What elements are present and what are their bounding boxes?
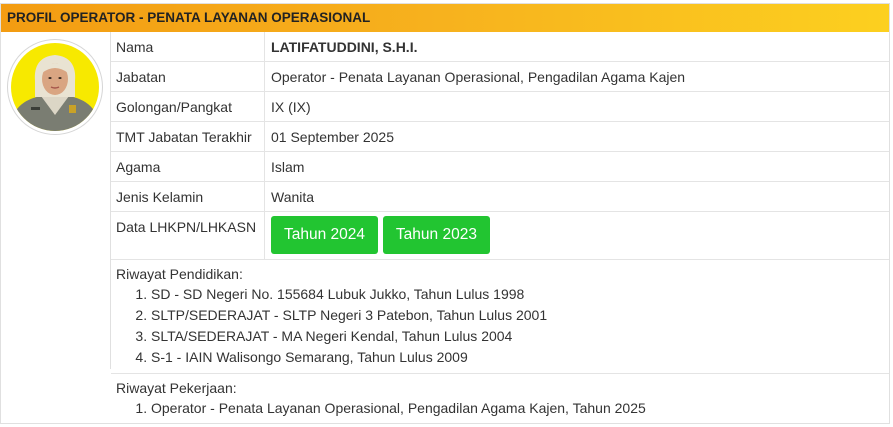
golongan-value: IX (IX) [271, 99, 311, 115]
avatar [7, 39, 103, 135]
section-title: Riwayat Pendidikan: [116, 266, 243, 282]
row-label: Golongan/Pangkat [111, 92, 265, 121]
list-item: SLTP/SEDERAJAT - SLTP Negeri 3 Patebon, … [151, 305, 889, 326]
pekerjaan-list: Operator - Penata Layanan Operasional, P… [116, 398, 889, 419]
row-label: TMT Jabatan Terakhir [111, 122, 265, 151]
tahun-2023-button[interactable]: Tahun 2023 [382, 216, 490, 254]
tmt-value: 01 September 2025 [271, 129, 394, 145]
row-label: Data LHKPN/LHKASN [111, 212, 265, 259]
row-golongan: Golongan/Pangkat IX (IX) [111, 92, 889, 122]
row-lhkpn: Data LHKPN/LHKASN Tahun 2024 Tahun 2023 [111, 212, 889, 260]
row-label: Agama [111, 152, 265, 181]
profile-panel: PROFIL OPERATOR - PENATA LAYANAN OPERASI… [0, 3, 890, 424]
row-label: Jenis Kelamin [111, 182, 265, 211]
row-jenis-kelamin: Jenis Kelamin Wanita [111, 182, 889, 212]
agama-value: Islam [271, 159, 305, 175]
photo-cell [1, 32, 111, 369]
row-label: Nama [111, 32, 265, 61]
tahun-2024-button[interactable]: Tahun 2024 [271, 216, 379, 254]
list-item: S-1 - IAIN Walisongo Semarang, Tahun Lul… [151, 347, 889, 368]
pendidikan-list: SD - SD Negeri No. 155684 Lubuk Jukko, T… [116, 284, 889, 368]
row-nama: Nama LATIFATUDDINI, S.H.I. [111, 32, 889, 62]
panel-title: PROFIL OPERATOR - PENATA LAYANAN OPERASI… [1, 4, 889, 32]
name-value: LATIFATUDDINI, S.H.I. [271, 39, 418, 55]
profile-photo-icon [11, 43, 99, 131]
list-item: SLTA/SEDERAJAT - MA Negeri Kendal, Tahun… [151, 326, 889, 347]
jenis-kelamin-value: Wanita [271, 189, 315, 205]
riwayat-pekerjaan: Riwayat Pekerjaan: Operator - Penata Lay… [111, 374, 889, 425]
row-tmt-jabatan: TMT Jabatan Terakhir 01 September 2025 [111, 122, 889, 152]
section-title: Riwayat Pekerjaan: [116, 380, 237, 396]
list-item: SD - SD Negeri No. 155684 Lubuk Jukko, T… [151, 284, 889, 305]
row-agama: Agama Islam [111, 152, 889, 182]
lhkpn-buttons: Tahun 2024 Tahun 2023 [265, 212, 491, 259]
jabatan-value: Operator - Penata Layanan Operasional, P… [271, 69, 686, 85]
list-item: Operator - Penata Layanan Operasional, P… [151, 398, 889, 419]
row-label: Jabatan [111, 62, 265, 91]
row-jabatan: Jabatan Operator - Penata Layanan Operas… [111, 62, 889, 92]
riwayat-pendidikan: Riwayat Pendidikan: SD - SD Negeri No. 1… [111, 260, 889, 374]
